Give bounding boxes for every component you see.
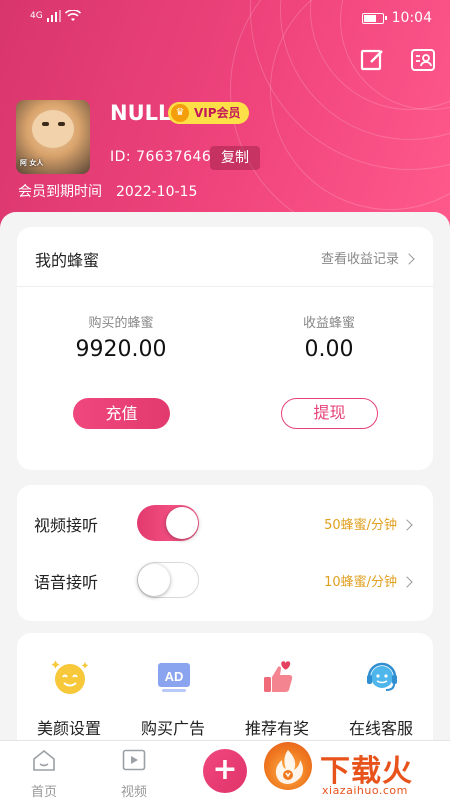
vip-badge: ♛ VIP会员 <box>168 102 249 124</box>
battery-icon <box>361 12 387 24</box>
plus-button[interactable]: + <box>203 749 247 793</box>
expiry-date: 2022-10-15 <box>116 184 198 200</box>
honey-title: 我的蜂蜜 <box>35 251 100 270</box>
honey-card-header: 我的蜂蜜 查看收益记录 <box>17 227 433 287</box>
video-call-row: 视频接听 50蜂蜜/分钟 <box>17 495 433 551</box>
bought-honey-label: 购买的蜂蜜 <box>88 316 154 331</box>
watermark: 下载火 xiazaihuo.com <box>262 742 448 800</box>
earnings-records-link[interactable]: 查看收益记录 <box>321 248 415 267</box>
status-bar: 4G 10:04 <box>0 0 450 38</box>
income-honey-label: 收益蜂蜜 <box>302 316 355 331</box>
voice-call-switch[interactable] <box>137 562 199 598</box>
tab-home[interactable]: 首页 <box>14 749 74 800</box>
membership-expiry: 会员到期时间 2022-10-15 <box>18 181 197 201</box>
withdraw-button[interactable]: 提现 <box>281 398 378 429</box>
beauty-smiley-icon <box>52 660 88 694</box>
income-honey-value: 0.00 <box>304 337 354 362</box>
chevron-right-icon <box>401 575 413 588</box>
id-card-icon[interactable] <box>410 47 436 73</box>
thumbs-up-heart-icon <box>264 661 293 692</box>
honey-card: 我的蜂蜜 查看收益记录 购买的蜂蜜 9920.00 收益蜂蜜 0.00 充值 提… <box>17 227 433 470</box>
copy-id-button[interactable]: 复制 <box>210 146 260 170</box>
signal-icon <box>46 10 61 22</box>
voice-call-row: 语音接听 10蜂蜜/分钟 <box>17 552 433 608</box>
voice-call-label: 语音接听 <box>34 573 99 592</box>
network-label: 4G <box>30 11 43 21</box>
ad-icon: AD <box>158 663 190 692</box>
recharge-button[interactable]: 充值 <box>73 398 170 429</box>
bought-honey-value: 9920.00 <box>75 337 167 362</box>
chevron-right-icon <box>401 518 413 531</box>
edit-icon[interactable] <box>360 47 386 73</box>
home-icon <box>33 749 55 771</box>
avatar[interactable]: 阿 女人 <box>16 100 90 174</box>
svg-text:AD: AD <box>165 669 184 684</box>
voice-call-rate[interactable]: 10蜂蜜/分钟 <box>324 571 413 590</box>
tab-video[interactable]: 视频 <box>104 749 164 800</box>
expiry-label: 会员到期时间 <box>18 184 102 200</box>
call-settings-card: 视频接听 50蜂蜜/分钟 语音接听 10蜂蜜/分钟 <box>17 485 433 621</box>
clock: 10:04 <box>391 10 432 26</box>
avatar-caption: 阿 女人 <box>20 159 44 167</box>
user-id: ID: 76637646 <box>110 149 212 165</box>
plus-icon: + <box>212 752 238 787</box>
headset-support-icon <box>367 662 397 691</box>
video-call-switch[interactable] <box>137 505 199 541</box>
video-call-label: 视频接听 <box>34 516 99 535</box>
username: NULL <box>110 101 172 125</box>
watermark-url: xiazaihuo.com <box>322 784 408 797</box>
video-call-rate[interactable]: 50蜂蜜/分钟 <box>324 514 413 533</box>
video-icon <box>122 749 146 771</box>
crown-icon: ♛ <box>171 104 189 122</box>
wifi-icon <box>64 10 81 21</box>
chevron-right-icon <box>403 252 415 265</box>
flame-logo-icon <box>264 742 312 790</box>
